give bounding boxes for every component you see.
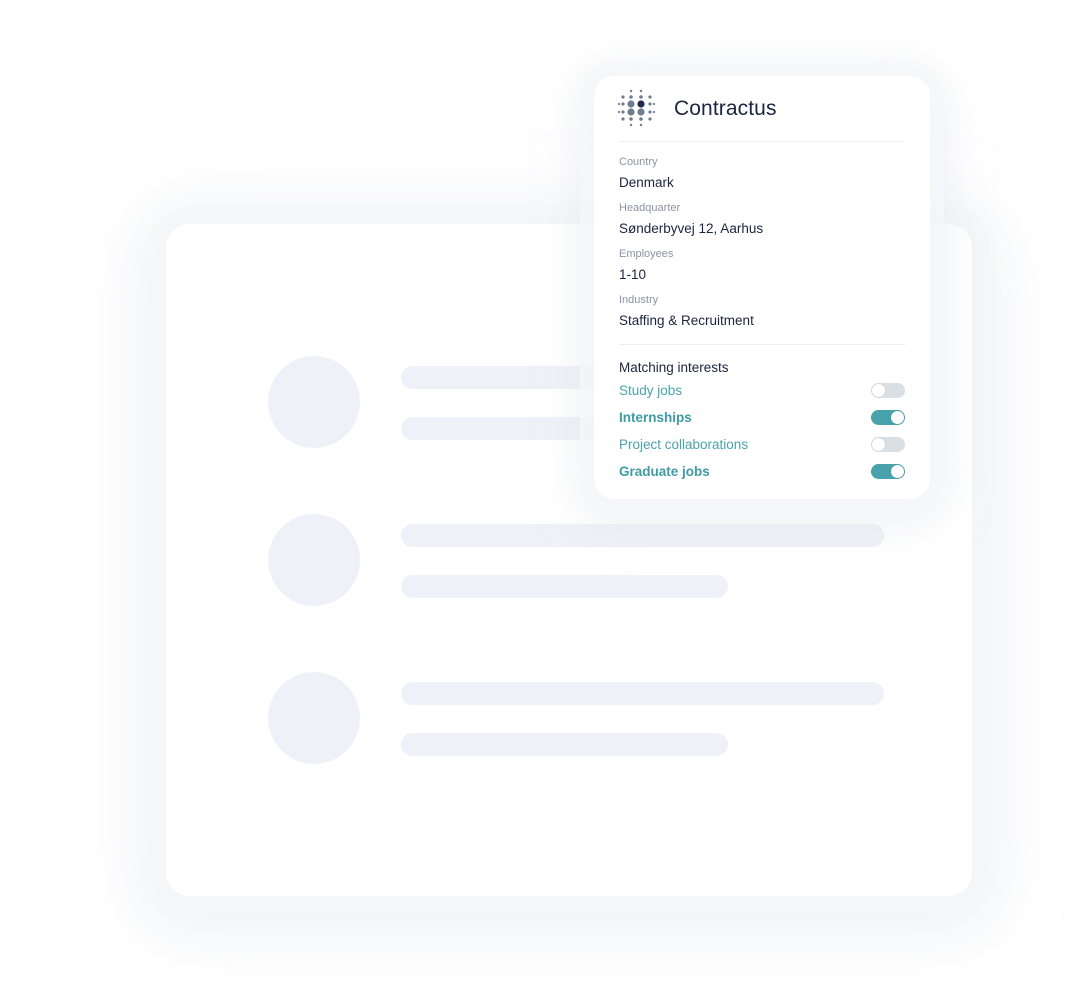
- detail-industry: Industry Staffing & Recruitment: [619, 293, 905, 330]
- detail-label: Country: [619, 156, 658, 168]
- detail-label: Headquarter: [619, 202, 681, 214]
- logo-dot: [648, 109, 652, 114]
- logo-dot: [617, 102, 621, 105]
- skeleton-line: [401, 575, 728, 598]
- interest-label: Project collaborations: [619, 436, 749, 452]
- toggle-knob: [891, 411, 904, 424]
- logo-dot: [617, 110, 621, 113]
- logo-dot: [639, 94, 643, 99]
- detail-value: Sønderbyvej 12, Aarhus: [619, 221, 764, 236]
- skeleton-avatar: [268, 514, 360, 606]
- logo-dot: [637, 99, 645, 108]
- logo-dot: [629, 116, 633, 121]
- logo-dot: [629, 123, 633, 126]
- detail-country: Country Denmark: [619, 155, 905, 192]
- toggle-knob: [891, 465, 904, 478]
- logo-dot: [629, 89, 633, 92]
- skeleton-line: [401, 524, 884, 547]
- skeleton-avatar: [268, 356, 360, 448]
- company-details: Country Denmark Headquarter Sønderbyvej …: [619, 142, 905, 345]
- logo-dot: [629, 94, 633, 99]
- logo-dot: [639, 123, 643, 126]
- matching-interests-title: Matching interests: [619, 360, 729, 375]
- logo-dot: [648, 94, 652, 99]
- matching-interests: Matching interests Study jobs Internship…: [619, 345, 905, 485]
- logo-dot: [621, 94, 625, 99]
- dot-grid-logo-icon: [617, 89, 656, 126]
- interest-study-jobs: Study jobs: [619, 377, 905, 404]
- logo-dot: [648, 101, 652, 106]
- detail-employees: Employees 1-10: [619, 247, 905, 284]
- logo-dot: [621, 116, 625, 121]
- internships-toggle[interactable]: [871, 410, 905, 425]
- logo-dot: [621, 109, 625, 114]
- logo-dot: [627, 99, 635, 108]
- skeleton-line: [401, 682, 884, 705]
- detail-value: 1-10: [619, 267, 647, 282]
- study-jobs-toggle[interactable]: [871, 383, 905, 398]
- logo-dot: [637, 107, 645, 116]
- interest-label: Graduate jobs: [619, 463, 710, 479]
- logo-dot: [648, 116, 652, 121]
- toggle-knob: [872, 384, 885, 397]
- company-profile-card: Contractus Country Denmark Headquarter S…: [594, 76, 930, 499]
- interest-label: Internships: [619, 409, 692, 425]
- skeleton-avatar: [268, 672, 360, 764]
- logo-dot: [639, 116, 643, 121]
- logo-dot: [652, 102, 656, 105]
- skeleton-line: [401, 733, 728, 756]
- detail-value: Denmark: [619, 175, 674, 190]
- interest-graduate-jobs: Graduate jobs: [619, 458, 905, 485]
- detail-headquarter: Headquarter Sønderbyvej 12, Aarhus: [619, 201, 905, 238]
- detail-label: Employees: [619, 248, 674, 260]
- interest-project-collaborations: Project collaborations: [619, 431, 905, 458]
- interest-label: Study jobs: [619, 382, 683, 398]
- logo-dot: [627, 107, 635, 116]
- logo-dot: [621, 101, 625, 106]
- interest-internships: Internships: [619, 404, 905, 431]
- company-name: Contractus: [674, 96, 777, 120]
- detail-value: Staffing & Recruitment: [619, 313, 754, 328]
- project-collaborations-toggle[interactable]: [871, 437, 905, 452]
- stage: Contractus Country Denmark Headquarter S…: [0, 0, 1068, 999]
- logo-dot: [652, 110, 656, 113]
- logo-dot: [639, 89, 643, 92]
- toggle-knob: [872, 438, 885, 451]
- company-header: Contractus: [617, 76, 905, 142]
- graduate-jobs-toggle[interactable]: [871, 464, 905, 479]
- detail-label: Industry: [619, 294, 659, 306]
